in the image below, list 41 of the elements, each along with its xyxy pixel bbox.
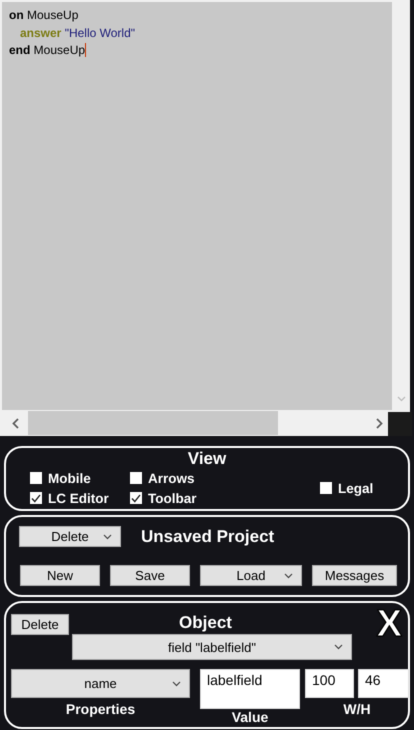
- checkbox-label[interactable]: Legal: [338, 480, 374, 496]
- checkbox[interactable]: [30, 472, 42, 484]
- width-field[interactable]: 100: [305, 669, 354, 698]
- checkbox-label[interactable]: Arrows: [148, 470, 195, 486]
- delete-button[interactable]: Delete: [11, 614, 69, 635]
- scroll-down-icon[interactable]: [396, 396, 406, 402]
- code-line: answer "Hello World": [19, 24, 136, 42]
- object-dropdown[interactable]: field "labelfield": [72, 634, 352, 660]
- field-label: W/H: [343, 701, 371, 717]
- checkbox[interactable]: [320, 482, 332, 494]
- panel-title: View: [186, 449, 228, 469]
- property-dropdown[interactable]: name: [11, 669, 190, 698]
- load-dropdown[interactable]: Load: [200, 565, 302, 586]
- project-button[interactable]: Save: [110, 565, 190, 586]
- value-field[interactable]: labelfield: [200, 669, 300, 709]
- caret-icon: [334, 644, 343, 650]
- scroll-corner: [388, 412, 412, 436]
- project-button[interactable]: New: [20, 565, 100, 586]
- action-dropdown[interactable]: Delete: [19, 526, 121, 547]
- checkbox[interactable]: [130, 492, 142, 504]
- project-button[interactable]: Messages: [312, 565, 397, 586]
- scroll-right-icon[interactable]: [376, 418, 382, 428]
- field-label: Properties: [66, 701, 136, 717]
- checkbox-label[interactable]: LC Editor: [48, 490, 109, 506]
- caret-icon: [172, 680, 181, 686]
- field-label: Value: [232, 709, 268, 725]
- object-title: Object: [179, 613, 232, 633]
- checkbox-label[interactable]: Toolbar: [148, 490, 196, 506]
- scroll-left-icon[interactable]: [12, 418, 18, 428]
- checkbox[interactable]: [130, 472, 142, 484]
- close-button[interactable]: X: [376, 607, 402, 641]
- height-field[interactable]: 46: [358, 669, 409, 698]
- caret-icon: [284, 572, 293, 578]
- checkbox-label[interactable]: Mobile: [48, 470, 91, 486]
- code-line: end MouseUp: [9, 42, 88, 59]
- caret-icon: [103, 534, 112, 540]
- code-line: on MouseUp: [9, 7, 80, 24]
- checkbox[interactable]: [30, 492, 42, 504]
- code-area[interactable]: on MouseUp answer "Hello World" end MouseUp: [2, 2, 392, 410]
- scrollbar-thumb[interactable]: [28, 411, 278, 435]
- project-title: Unsaved Project: [141, 527, 274, 547]
